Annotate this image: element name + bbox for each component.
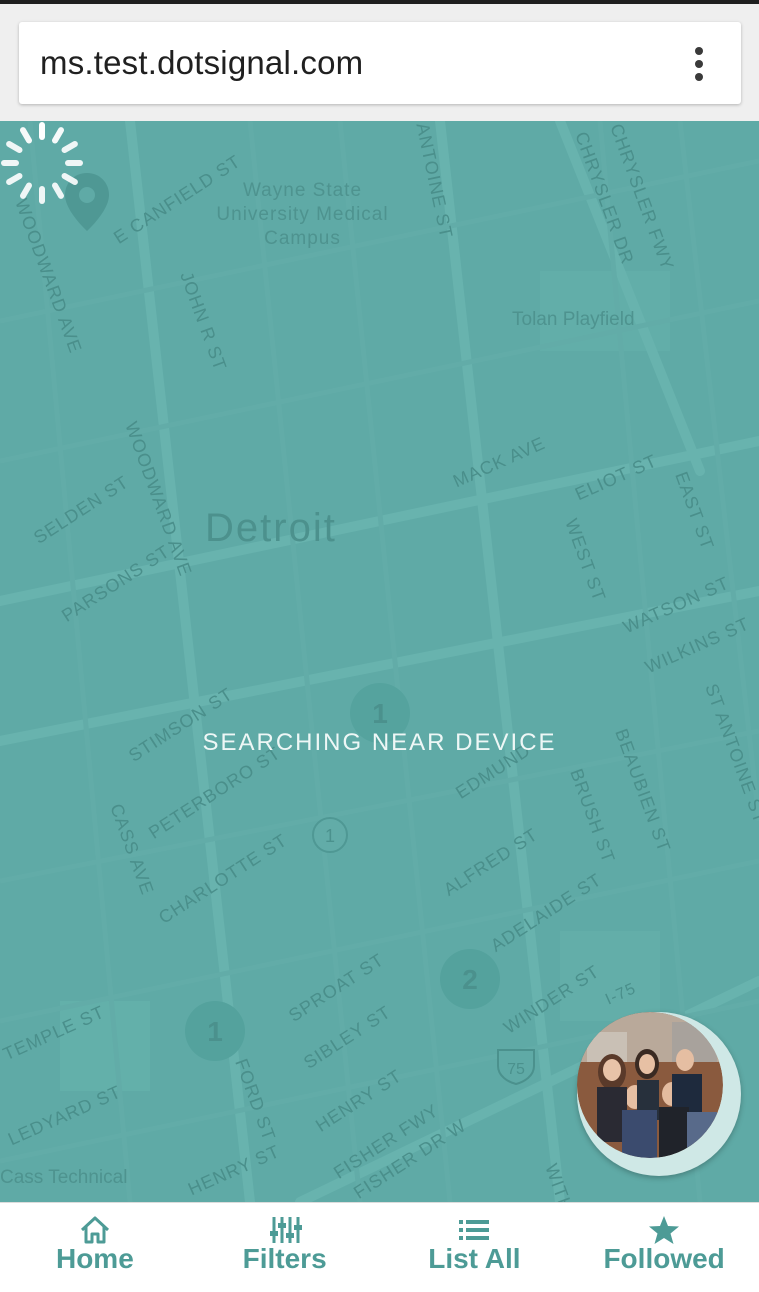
nav-followed-label: Followed [603, 1243, 725, 1274]
nav-filters-label: Filters [242, 1243, 327, 1274]
highway-number: 75 [507, 1061, 525, 1078]
nav-list-all[interactable]: List All [380, 1203, 570, 1292]
map-view[interactable]: Wayne State University Medical Campus To… [0, 121, 759, 1202]
highway-shield-icon: 75 [497, 1049, 535, 1086]
marker-count: 1 [372, 698, 388, 729]
profile-avatar-button[interactable] [577, 1012, 741, 1176]
bottom-nav-bar: Home Filters List All Followed [0, 1202, 759, 1292]
search-status-text: SEARCHING NEAR DEVICE [202, 729, 557, 756]
list-icon [459, 1220, 490, 1240]
browser-toolbar: ms.test.dotsignal.com [0, 0, 759, 121]
city-label: Detroit [205, 506, 337, 550]
address-bar[interactable]: ms.test.dotsignal.com [19, 22, 741, 104]
marker-count: 1 [207, 1016, 223, 1047]
poi-label: Wayne State University Medical Campus [216, 180, 389, 249]
more-vert-icon[interactable] [681, 44, 717, 84]
poi-label: Cass Technical [0, 1167, 128, 1188]
filters-icon [269, 1217, 302, 1243]
nav-home-label: Home [55, 1243, 134, 1274]
route-marker: 1 [312, 817, 348, 853]
url-text[interactable]: ms.test.dotsignal.com [40, 44, 363, 82]
nav-list-all-label: List All [428, 1243, 521, 1274]
home-icon [80, 1216, 109, 1244]
star-icon [649, 1216, 680, 1244]
loading-spinner-icon [1, 122, 83, 204]
nav-filters[interactable]: Filters [190, 1203, 380, 1292]
avatar [577, 1012, 723, 1158]
nav-home[interactable]: Home [0, 1203, 190, 1292]
map-cluster-marker[interactable]: 2 [438, 947, 502, 1011]
nav-followed[interactable]: Followed [569, 1203, 759, 1292]
poi-label: Tolan Playfield [512, 309, 635, 330]
route-number: 1 [325, 826, 335, 846]
marker-count: 2 [462, 964, 478, 995]
map-cluster-marker[interactable]: 1 [183, 999, 247, 1063]
